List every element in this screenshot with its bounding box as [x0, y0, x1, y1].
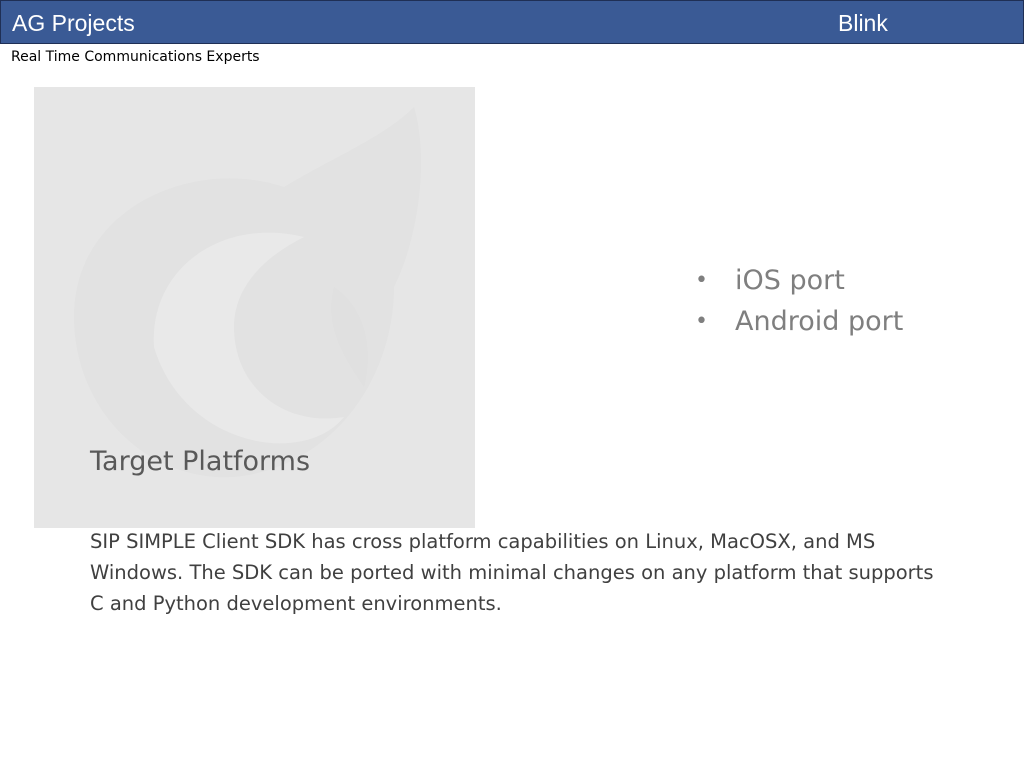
tagline: Real Time Communications Experts — [11, 49, 260, 65]
company-title: AG Projects — [12, 10, 135, 36]
product-title: Blink — [838, 10, 888, 36]
list-item: • Android port — [695, 301, 903, 342]
list-item: • iOS port — [695, 260, 903, 301]
header-bar: AG Projects Blink — [0, 0, 1024, 44]
platform-list: • iOS port • Android port — [695, 260, 903, 342]
bullet-icon: • — [695, 309, 708, 334]
list-item-label: iOS port — [735, 265, 845, 296]
section-title: Target Platforms — [90, 446, 311, 477]
list-item-label: Android port — [735, 306, 904, 337]
slide: AG Projects Blink Real Time Communicatio… — [0, 0, 1024, 768]
bullet-icon: • — [695, 268, 708, 293]
section-body: SIP SIMPLE Client SDK has cross platform… — [90, 530, 934, 615]
